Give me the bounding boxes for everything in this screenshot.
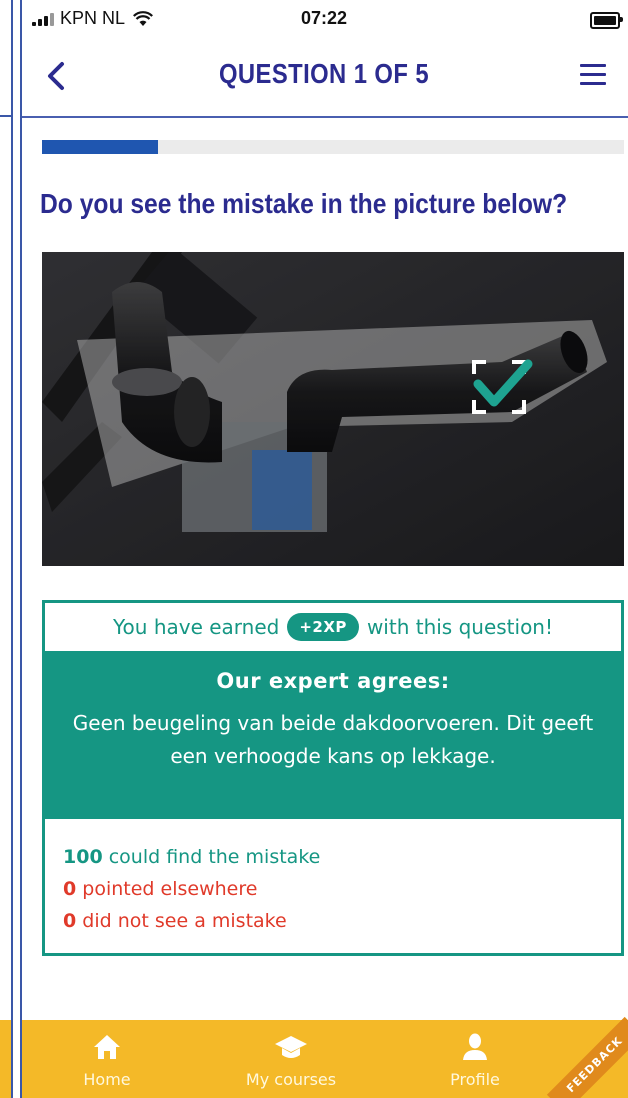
nav-home[interactable]: Home bbox=[42, 1020, 172, 1098]
battery-icon bbox=[590, 12, 623, 29]
expert-panel: Our expert agrees: Geen beugeling van be… bbox=[45, 651, 621, 819]
phone-screen: KPN NL 07:22 QUESTION 1 OF 5 Do you see … bbox=[20, 0, 628, 1098]
question-photo[interactable] bbox=[42, 252, 624, 566]
result-card: You have earned +2XP with this question!… bbox=[42, 600, 624, 956]
expert-explanation: Geen beugeling van beide dakdoorvoeren. … bbox=[72, 711, 594, 768]
xp-earned-line: You have earned +2XP with this question! bbox=[112, 613, 554, 641]
stat-elsewhere: 0 pointed elsewhere bbox=[63, 878, 258, 900]
nav-profile[interactable]: Profile bbox=[410, 1020, 540, 1098]
nav-my-courses[interactable]: My courses bbox=[226, 1020, 356, 1098]
stat-no-mistake: 0 did not see a mistake bbox=[63, 910, 287, 932]
person-icon bbox=[463, 1033, 487, 1060]
hamburger-icon bbox=[580, 64, 606, 67]
stat-found: 100 could find the mistake bbox=[63, 846, 321, 868]
xp-badge: +2XP bbox=[287, 613, 359, 641]
status-bar: KPN NL 07:22 bbox=[20, 0, 628, 38]
phone-frame-border bbox=[20, 0, 22, 1098]
home-icon bbox=[94, 1035, 120, 1059]
page-title: QUESTION 1 OF 5 bbox=[218, 58, 430, 89]
graduation-cap-icon bbox=[275, 1036, 307, 1058]
header-bar: QUESTION 1 OF 5 bbox=[20, 38, 628, 118]
adjacent-screen-edge bbox=[0, 0, 20, 1098]
question-progress-bar bbox=[42, 140, 624, 154]
question-text: Do you see the mistake in the picture be… bbox=[40, 188, 568, 219]
answer-stats: 100 could find the mistake 0 pointed els… bbox=[63, 841, 320, 937]
expert-title: Our expert agrees: bbox=[216, 669, 450, 693]
menu-button[interactable] bbox=[580, 64, 606, 88]
progress-fill bbox=[42, 140, 159, 154]
status-time: 07:22 bbox=[300, 8, 348, 28]
bottom-navigation: Home My courses Profile bbox=[20, 1020, 628, 1098]
